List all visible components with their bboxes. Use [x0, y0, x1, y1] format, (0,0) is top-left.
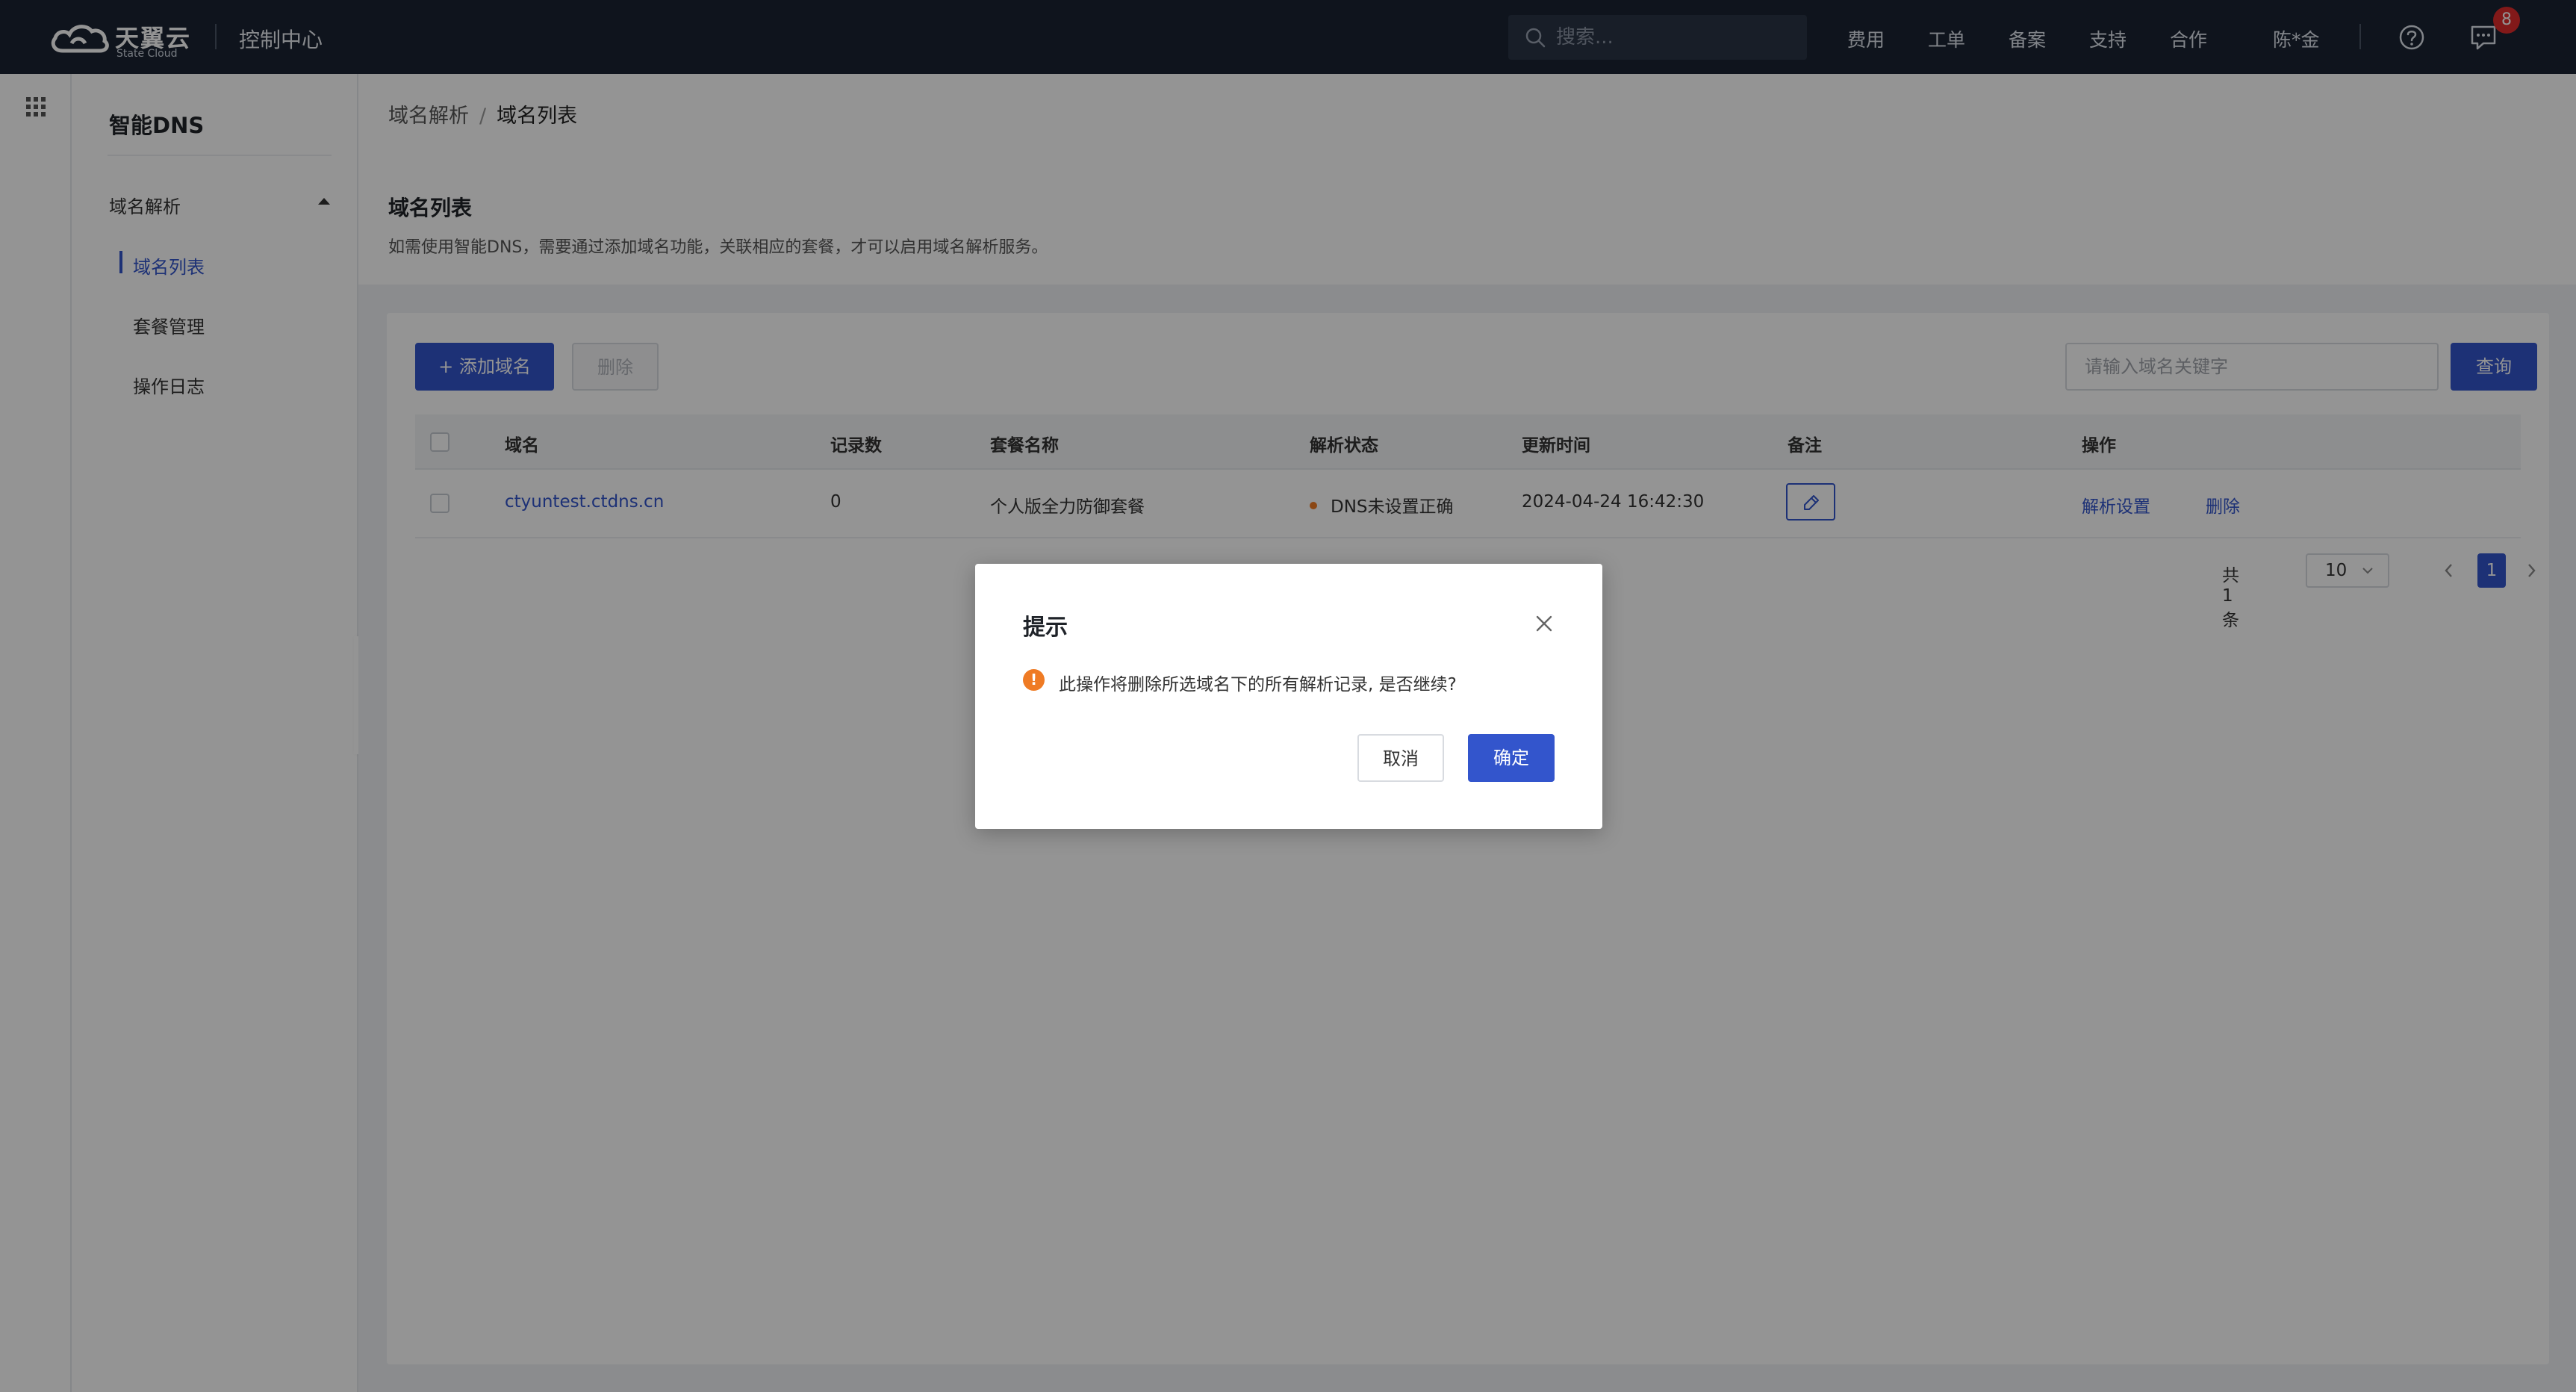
confirm-button[interactable]: 确定: [1468, 734, 1555, 782]
dialog-title: 提示: [1023, 615, 1068, 641]
warning-icon: !: [1023, 669, 1045, 691]
close-icon[interactable]: [1534, 613, 1555, 634]
cancel-button[interactable]: 取消: [1357, 734, 1444, 782]
confirm-delete-dialog: 提示 ! 此操作将删除所选域名下的所有解析记录, 是否继续? 取消 确定: [975, 564, 1602, 829]
dialog-message: 此操作将删除所选域名下的所有解析记录, 是否继续?: [1059, 675, 1457, 695]
